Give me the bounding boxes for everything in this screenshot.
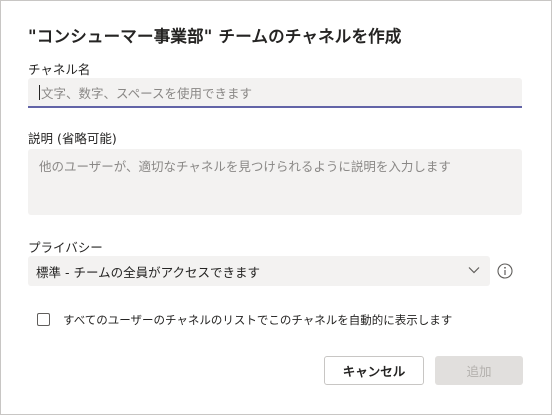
channel-name-placeholder: 文字、数字、スペースを使用できます: [41, 85, 253, 101]
channel-name-label: チャネル名: [28, 62, 91, 77]
chevron-down-icon: [468, 267, 480, 274]
cancel-button[interactable]: キャンセル: [324, 356, 424, 385]
auto-show-label[interactable]: すべてのユーザーのチャネルのリストでこのチャネルを自動的に表示します: [63, 312, 452, 328]
text-caret: [39, 84, 40, 100]
description-placeholder: 他のユーザーが、適切なチャネルを見つけられるように説明を入力します: [39, 159, 451, 174]
description-label: 説明 (省略可能): [28, 131, 117, 146]
description-textarea[interactable]: 他のユーザーが、適切なチャネルを見つけられるように説明を入力します: [28, 149, 522, 215]
privacy-dropdown[interactable]: 標準 - チームの全員がアクセスできます: [28, 256, 490, 286]
privacy-selected-value: 標準 - チームの全員がアクセスできます: [36, 264, 260, 280]
channel-name-input[interactable]: 文字、数字、スペースを使用できます: [28, 78, 522, 108]
auto-show-checkbox[interactable]: [37, 313, 50, 326]
dialog-title: "コンシューマー事業部" チームのチャネルを作成: [28, 27, 402, 46]
privacy-label: プライバシー: [28, 240, 103, 255]
create-channel-dialog: "コンシューマー事業部" チームのチャネルを作成 チャネル名 文字、数字、スペー…: [0, 0, 552, 415]
info-icon[interactable]: [497, 263, 513, 279]
add-button[interactable]: 追加: [435, 356, 523, 385]
